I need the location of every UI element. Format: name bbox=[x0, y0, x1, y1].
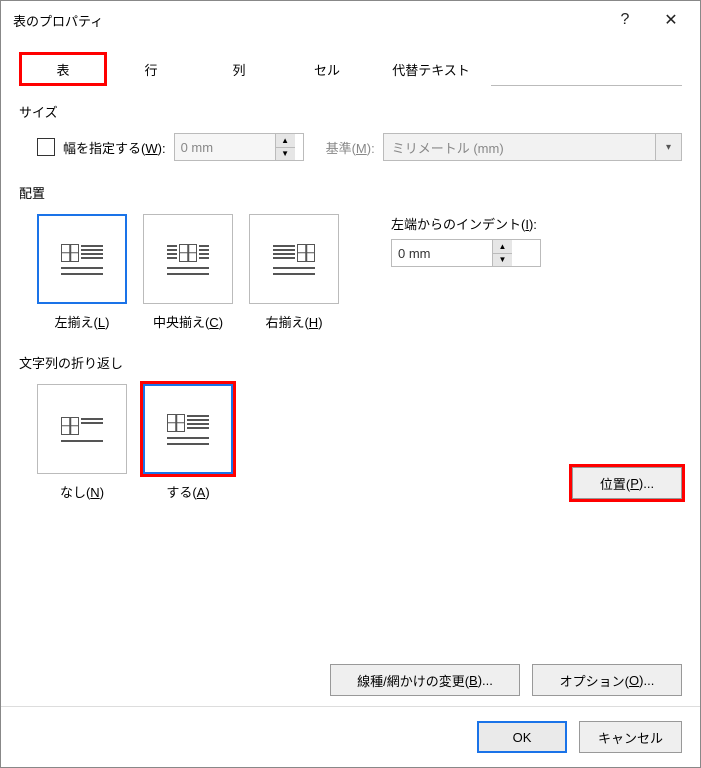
wrap-around-icon bbox=[167, 414, 209, 445]
size-section-label: サイズ bbox=[19, 102, 682, 121]
align-left-caption: 左揃え(L) bbox=[55, 312, 110, 331]
width-spinner-down[interactable]: ▼ bbox=[276, 148, 295, 161]
tab-cell[interactable]: セル bbox=[283, 52, 371, 86]
unit-label: 基準(M): bbox=[326, 138, 375, 157]
position-btn-wrap: 位置(P)... bbox=[572, 467, 682, 499]
close-button[interactable]: ✕ bbox=[648, 4, 694, 36]
align-section-label: 配置 bbox=[19, 183, 682, 202]
wrap-section-label: 文字列の折り返し bbox=[19, 353, 682, 372]
titlebar: 表のプロパティ ? ✕ bbox=[1, 1, 700, 39]
indent-input[interactable] bbox=[392, 240, 492, 266]
tab-alt-text[interactable]: 代替テキスト bbox=[371, 52, 491, 86]
unit-select-value: ミリメートル (mm) bbox=[384, 134, 655, 160]
alignment-row: 左揃え(L) bbox=[37, 214, 682, 331]
width-checkbox[interactable] bbox=[37, 138, 55, 156]
tab-strip: 表 行 列 セル 代替テキスト bbox=[19, 51, 682, 86]
align-center-icon bbox=[167, 244, 209, 275]
indent-spinner-buttons: ▲ ▼ bbox=[492, 240, 512, 266]
width-input[interactable] bbox=[175, 134, 275, 160]
wrap-none-caption: なし(N) bbox=[60, 482, 104, 501]
align-right-option[interactable] bbox=[249, 214, 339, 304]
wrap-around-caption: する(A) bbox=[166, 482, 209, 501]
options-button[interactable]: オプション(O)... bbox=[532, 664, 682, 696]
unit-select[interactable]: ミリメートル (mm) ▾ bbox=[383, 133, 682, 161]
chevron-down-icon: ▾ bbox=[655, 134, 681, 160]
ok-button[interactable]: OK bbox=[477, 721, 567, 753]
width-spinner-up[interactable]: ▲ bbox=[276, 134, 295, 148]
indent-label: 左端からのインデント(I): bbox=[391, 214, 541, 233]
cancel-button[interactable]: キャンセル bbox=[579, 721, 682, 753]
wrap-row: なし(N) する(A bbox=[37, 384, 682, 501]
wrap-around-col: する(A) bbox=[143, 384, 233, 501]
align-left-icon bbox=[61, 244, 103, 275]
option-buttons-row: 線種/網かけの変更(B)... オプション(O)... bbox=[19, 644, 682, 696]
tab-column[interactable]: 列 bbox=[195, 52, 283, 86]
align-left-option[interactable] bbox=[37, 214, 127, 304]
width-spinner[interactable]: ▲ ▼ bbox=[174, 133, 304, 161]
align-right-caption: 右揃え(H) bbox=[265, 312, 322, 331]
wrap-none-option[interactable] bbox=[37, 384, 127, 474]
indent-spinner[interactable]: ▲ ▼ bbox=[391, 239, 541, 267]
wrap-none-icon bbox=[61, 417, 103, 442]
dialog-content: 表 行 列 セル 代替テキスト サイズ 幅を指定する(W): ▲ ▼ 基準(M)… bbox=[1, 39, 700, 706]
indent-spinner-up[interactable]: ▲ bbox=[493, 240, 512, 254]
align-right-col: 右揃え(H) bbox=[249, 214, 339, 331]
tab-table[interactable]: 表 bbox=[19, 52, 107, 86]
align-right-icon bbox=[273, 244, 315, 275]
align-center-caption: 中央揃え(C) bbox=[153, 312, 223, 331]
size-row: 幅を指定する(W): ▲ ▼ 基準(M): ミリメートル (mm) ▾ bbox=[37, 133, 682, 161]
dialog-action-buttons: OK キャンセル bbox=[1, 706, 700, 767]
borders-shading-button[interactable]: 線種/網かけの変更(B)... bbox=[330, 664, 520, 696]
help-button[interactable]: ? bbox=[602, 4, 648, 36]
table-properties-dialog: 表のプロパティ ? ✕ 表 行 列 セル 代替テキスト サイズ 幅を指定する(W… bbox=[0, 0, 701, 768]
align-left-col: 左揃え(L) bbox=[37, 214, 127, 331]
width-label: 幅を指定する(W): bbox=[63, 138, 166, 157]
width-spinner-buttons: ▲ ▼ bbox=[275, 134, 295, 160]
align-center-col: 中央揃え(C) bbox=[143, 214, 233, 331]
wrap-none-col: なし(N) bbox=[37, 384, 127, 501]
position-button[interactable]: 位置(P)... bbox=[572, 467, 682, 499]
align-center-option[interactable] bbox=[143, 214, 233, 304]
indent-spinner-down[interactable]: ▼ bbox=[493, 254, 512, 267]
dialog-title: 表のプロパティ bbox=[13, 11, 602, 30]
wrap-around-option[interactable] bbox=[143, 384, 233, 474]
tab-row[interactable]: 行 bbox=[107, 52, 195, 86]
indent-block: 左端からのインデント(I): ▲ ▼ bbox=[391, 214, 541, 331]
